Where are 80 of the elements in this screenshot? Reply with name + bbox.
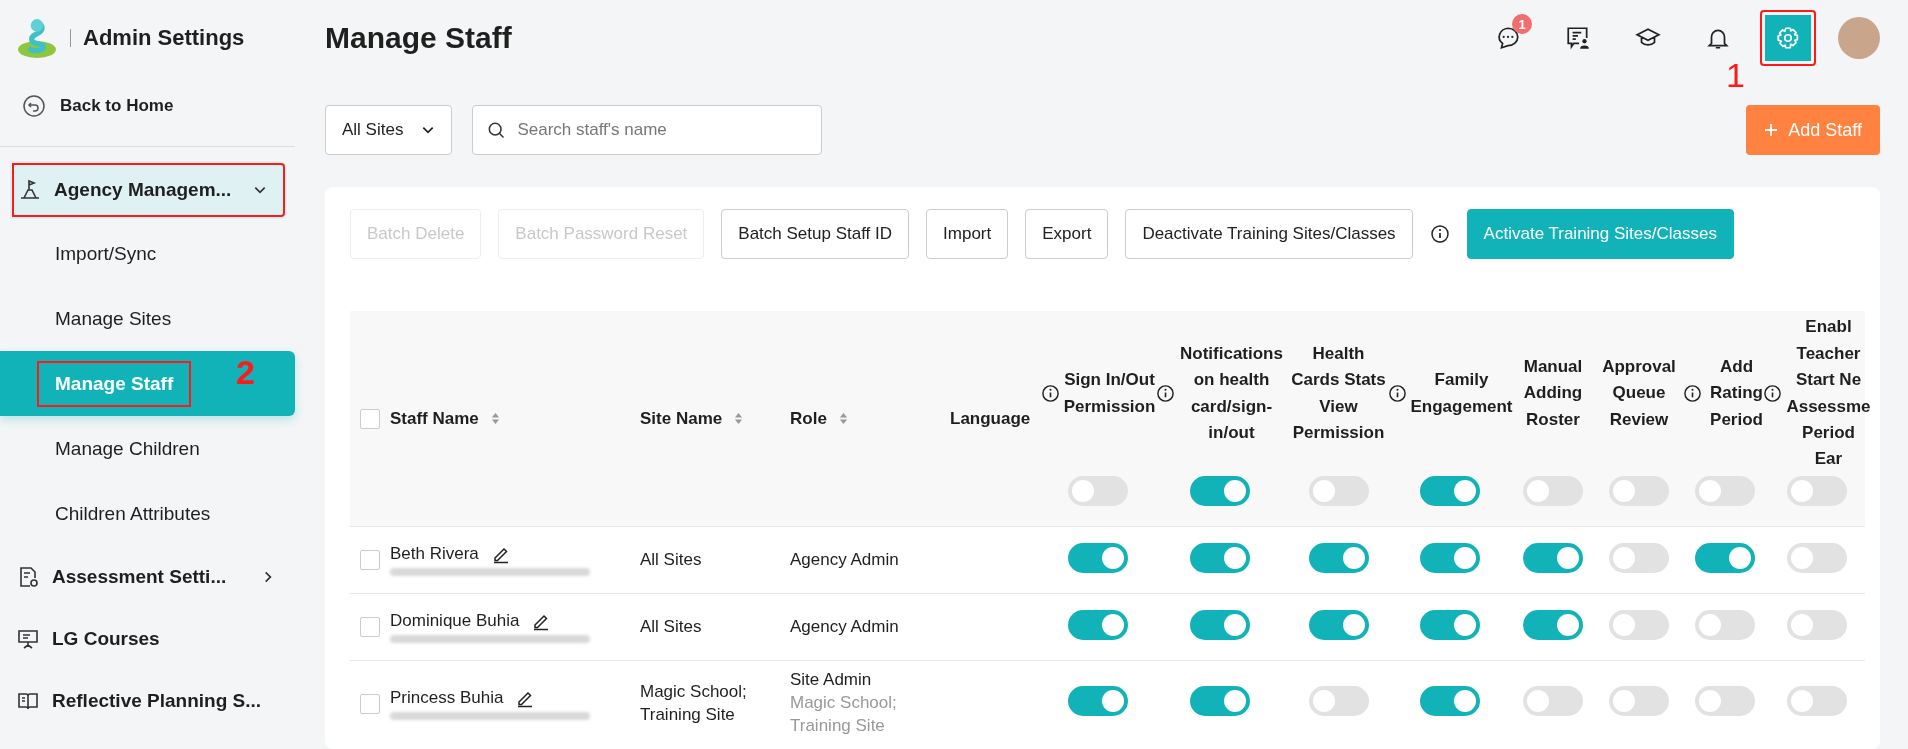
settings-icon <box>1775 25 1801 51</box>
board-person-icon <box>1565 25 1591 51</box>
info-icon[interactable] <box>1387 384 1407 403</box>
toolbar-button[interactable]: Deactivate Training Sites/Classes <box>1125 209 1413 259</box>
column-toggle-switch[interactable] <box>1190 476 1250 506</box>
row-checkbox[interactable] <box>360 550 380 571</box>
permission-toggle-switch[interactable] <box>1308 542 1369 573</box>
nav-sub-item[interactable]: Manage Children <box>0 416 295 481</box>
nav-sub-item[interactable]: Manage Sites <box>0 286 295 351</box>
settings-button[interactable] <box>1760 10 1816 66</box>
sort-icon[interactable] <box>838 412 848 426</box>
nav-sub-item[interactable]: Children Attributes <box>0 481 295 546</box>
avatar[interactable] <box>1838 17 1880 59</box>
sort-icon[interactable] <box>734 412 744 426</box>
flag-icon <box>18 178 42 202</box>
column-header: Approval Queue Review <box>1601 356 1677 431</box>
column-header: Health Cards Stats View Permission <box>1290 342 1387 444</box>
role-cell-text: Agency Admin <box>790 548 900 571</box>
info-icon[interactable] <box>1763 384 1783 403</box>
mascot-logo-icon <box>16 17 58 59</box>
nav-group-item[interactable]: Assessment Setti... <box>0 548 295 606</box>
site-name-cell: All Sites <box>640 616 702 636</box>
permission-toggle-switch[interactable] <box>1190 542 1250 573</box>
staff-name: Beth Rivera <box>390 544 479 564</box>
column-header: Manual Adding Roster <box>1522 356 1584 431</box>
info-icon[interactable] <box>1040 384 1060 403</box>
permission-toggle-switch[interactable] <box>1068 686 1128 717</box>
nav-sub-item[interactable]: Import/Sync <box>0 221 295 286</box>
role-cell-text: Site Admin <box>790 669 873 692</box>
permission-toggle-switch[interactable] <box>1190 609 1250 640</box>
permission-toggle-switch[interactable] <box>1420 609 1480 640</box>
back-to-home-link[interactable]: Back to Home <box>0 76 295 136</box>
sort-icon[interactable] <box>490 412 500 426</box>
permission-toggle-switch[interactable] <box>1695 542 1755 573</box>
permission-toggle-switch[interactable] <box>1420 542 1480 573</box>
toolbar-button[interactable]: Export <box>1025 209 1109 259</box>
app-title: Admin Settings <box>83 25 245 51</box>
annotation-number: 2 <box>236 355 255 389</box>
permission-toggle-switch[interactable] <box>1523 542 1583 573</box>
permission-toggle-switch[interactable] <box>1068 542 1128 573</box>
nav-group-item[interactable]: LG Courses <box>0 610 295 668</box>
row-checkbox[interactable] <box>360 617 380 638</box>
annotation-number: 1 <box>1726 58 1745 92</box>
presentation-board-icon <box>16 627 40 651</box>
column-header: Site Name <box>640 408 723 428</box>
permission-toggle-switch[interactable] <box>1308 609 1369 640</box>
site-name-cell: Magic School; Training Site <box>640 681 747 724</box>
permission-toggle-switch[interactable] <box>1523 609 1583 640</box>
permission-toggle-switch[interactable] <box>1420 686 1480 717</box>
nav-group-item[interactable]: Reflective Planning S... <box>0 672 295 730</box>
select-all-checkbox[interactable] <box>360 408 380 429</box>
column-header: Staff Name <box>390 408 479 428</box>
chat-bubble-icon <box>1495 25 1521 51</box>
site-select[interactable]: All Sites <box>325 105 453 155</box>
site-name-cell: All Sites <box>640 549 702 569</box>
info-icon[interactable] <box>1683 384 1702 403</box>
column-header: Notifications on health card/sign-in/out <box>1179 342 1284 444</box>
page-title: Manage Staff <box>325 21 512 55</box>
column-toggle-switch[interactable] <box>1420 476 1480 506</box>
info-icon[interactable] <box>1156 384 1175 403</box>
column-header: Family Engagement <box>1410 369 1513 418</box>
role-cell-text: Agency Admin <box>790 615 900 638</box>
nav-group-item[interactable]: Agency Managem... <box>10 161 287 219</box>
info-icon[interactable] <box>1429 224 1450 244</box>
row-checkbox[interactable] <box>360 694 380 714</box>
plus-icon <box>1764 123 1779 137</box>
column-header: Enabl Teacher Start Ne Assessme Period Ear <box>1786 316 1871 471</box>
toolbar-button[interactable]: Batch Setup Staff ID <box>721 209 910 259</box>
staff-name: Princess Buhia <box>390 687 504 708</box>
column-header: Sign In/Out Permission <box>1063 369 1156 418</box>
toolbar-button[interactable]: Import <box>926 209 1009 259</box>
staff-name: Dominique Buhia <box>390 611 520 631</box>
column-header: Role <box>790 408 827 428</box>
role-site-detail: Magic School; Training Site <box>790 692 898 738</box>
column-header: Add Rating Period <box>1709 356 1764 431</box>
permission-toggle-switch[interactable] <box>1068 609 1128 640</box>
notification-badge: 1 <box>1512 14 1532 34</box>
permission-toggle-switch[interactable] <box>1190 686 1250 717</box>
search-field[interactable]: Search staff's name <box>472 105 823 155</box>
column-header: Language <box>950 408 1031 428</box>
